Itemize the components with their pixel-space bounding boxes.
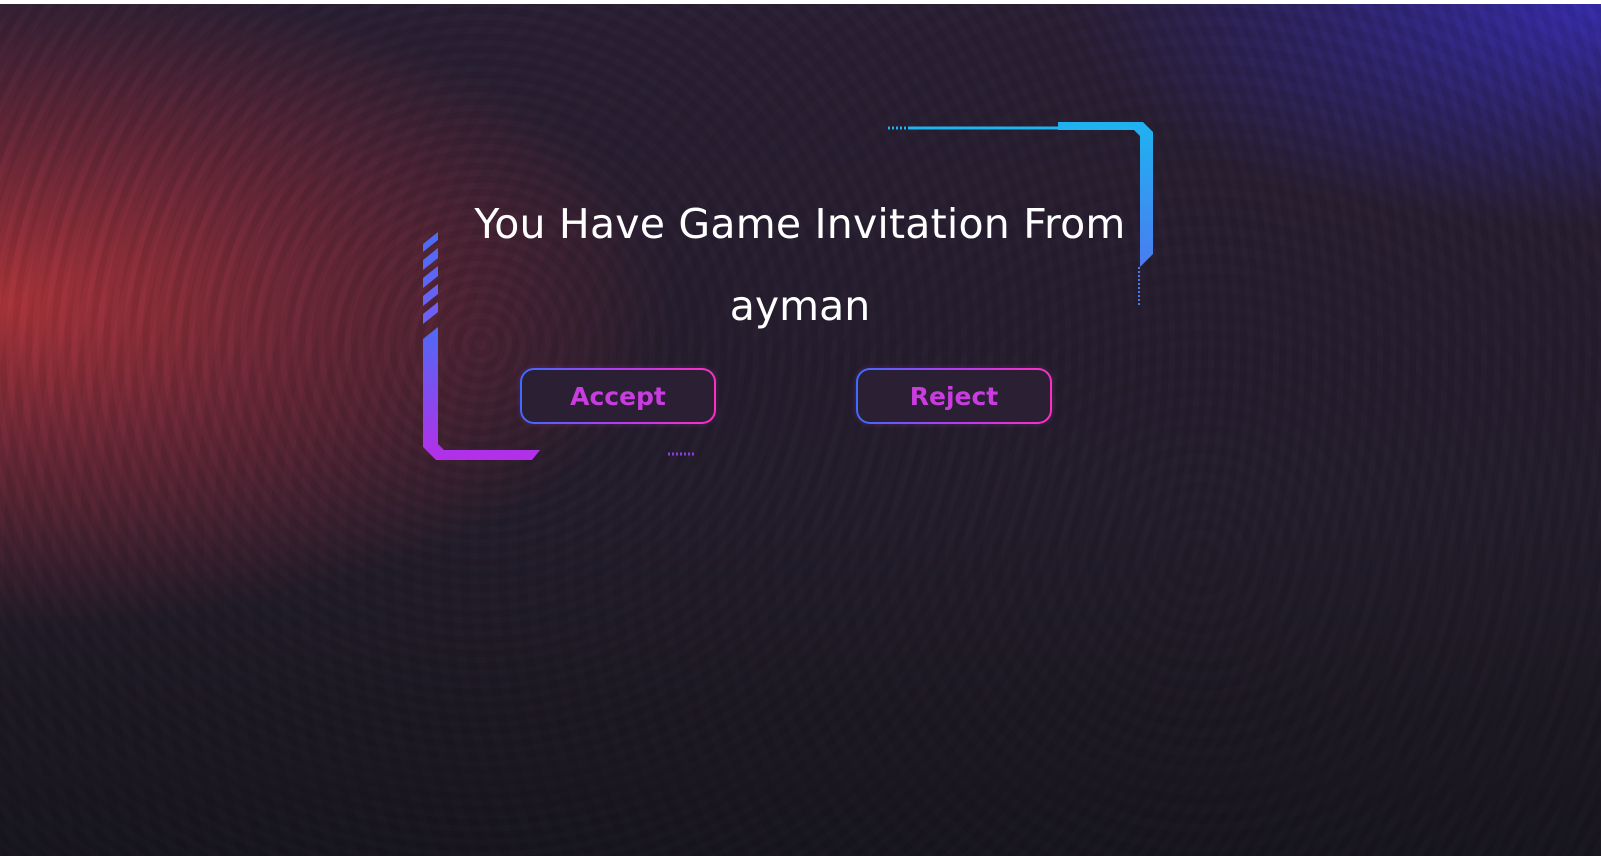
- hud-frame-decoration: [423, 122, 1153, 460]
- invitation-title: You Have Game Invitation From: [474, 200, 1126, 248]
- reject-button[interactable]: Reject: [856, 368, 1052, 424]
- accept-button-label: Accept: [570, 381, 666, 411]
- reject-button-label: Reject: [909, 381, 999, 411]
- bottom-left-bracket-icon: [423, 232, 695, 460]
- accept-button[interactable]: Accept: [520, 368, 716, 424]
- inviter-name: ayman: [729, 282, 871, 330]
- game-background: You Have Game Invitation From ayman Acce…: [0, 4, 1601, 856]
